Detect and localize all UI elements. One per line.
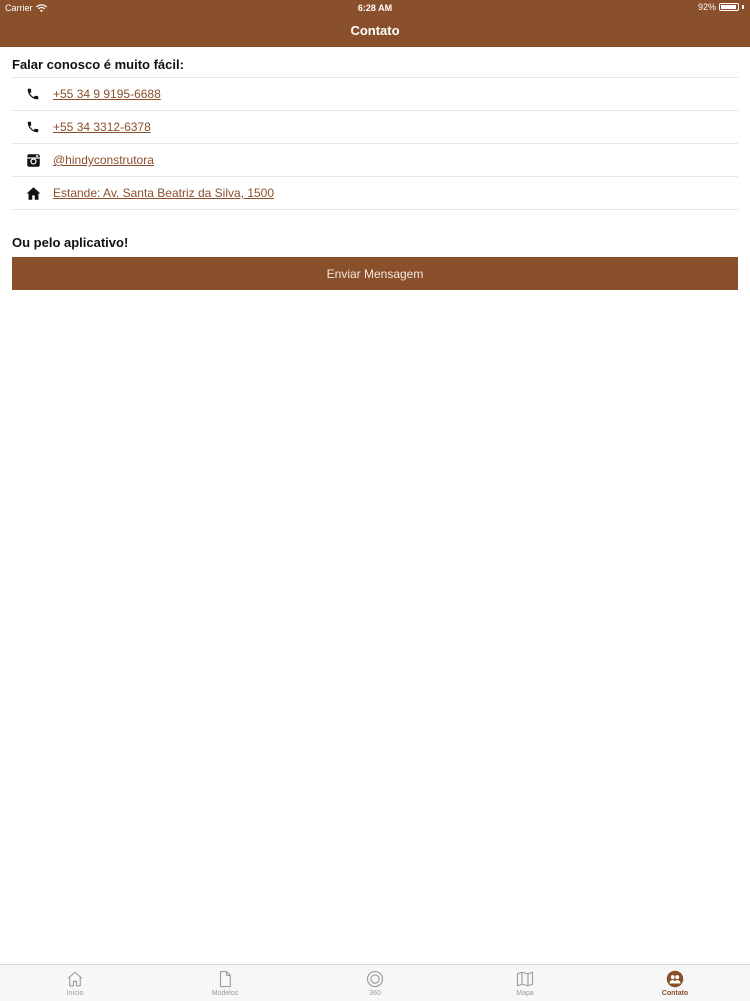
app-heading: Ou pelo aplicativo!	[12, 235, 129, 250]
tab-mapa[interactable]: Mapa	[450, 965, 600, 1001]
contact-list: +55 34 9 9195-6688 +55 34 3312-6378 @hin…	[12, 77, 738, 210]
contact-row-phone-2[interactable]: +55 34 3312-6378	[12, 111, 738, 144]
page-title: Contato	[350, 23, 400, 38]
instagram-icon	[25, 152, 41, 168]
contact-row-address[interactable]: Estande: Av. Santa Beatriz da Silva, 150…	[12, 177, 738, 210]
status-bar: Carrier 6:28 AM 92%	[0, 0, 750, 16]
home-outline-icon	[65, 969, 85, 989]
send-message-button[interactable]: Enviar Mensagem	[12, 257, 738, 290]
battery-indicator: 92%	[698, 2, 744, 12]
battery-cap	[742, 5, 744, 9]
contact-row-phone-1[interactable]: +55 34 9 9195-6688	[12, 78, 738, 111]
contacts-icon	[665, 969, 685, 989]
top-bar: Carrier 6:28 AM 92% Contato	[0, 0, 750, 47]
tab-label: Modelos	[211, 990, 239, 997]
tab-label: Mapa	[516, 990, 534, 997]
status-time: 6:28 AM	[357, 3, 393, 13]
map-icon	[515, 969, 535, 989]
phone-link-2[interactable]: +55 34 3312-6378	[53, 120, 151, 134]
tab-360[interactable]: 360	[300, 965, 450, 1001]
address-link[interactable]: Estande: Av. Santa Beatriz da Silva, 150…	[53, 186, 274, 200]
document-icon	[215, 969, 235, 989]
circle-360-icon	[365, 969, 385, 989]
tab-bar: Início Modelos 360 Mapa Contato	[0, 964, 750, 1001]
tab-contato[interactable]: Contato	[600, 965, 750, 1001]
battery-icon	[719, 3, 739, 11]
tab-label: 360	[369, 990, 381, 997]
tab-label: Contato	[661, 990, 689, 997]
battery-fill	[721, 5, 736, 9]
instagram-link[interactable]: @hindyconstrutora	[53, 153, 154, 167]
tab-inicio[interactable]: Início	[0, 965, 150, 1001]
tab-label: Início	[66, 990, 84, 997]
phone-icon	[25, 119, 41, 135]
contact-heading: Falar conosco é muito fácil:	[12, 57, 184, 72]
contact-row-instagram[interactable]: @hindyconstrutora	[12, 144, 738, 177]
phone-link-1[interactable]: +55 34 9 9195-6688	[53, 87, 161, 101]
tab-modelos[interactable]: Modelos	[150, 965, 300, 1001]
battery-percent: 92%	[697, 2, 716, 12]
home-icon	[25, 185, 41, 201]
phone-icon	[25, 86, 41, 102]
